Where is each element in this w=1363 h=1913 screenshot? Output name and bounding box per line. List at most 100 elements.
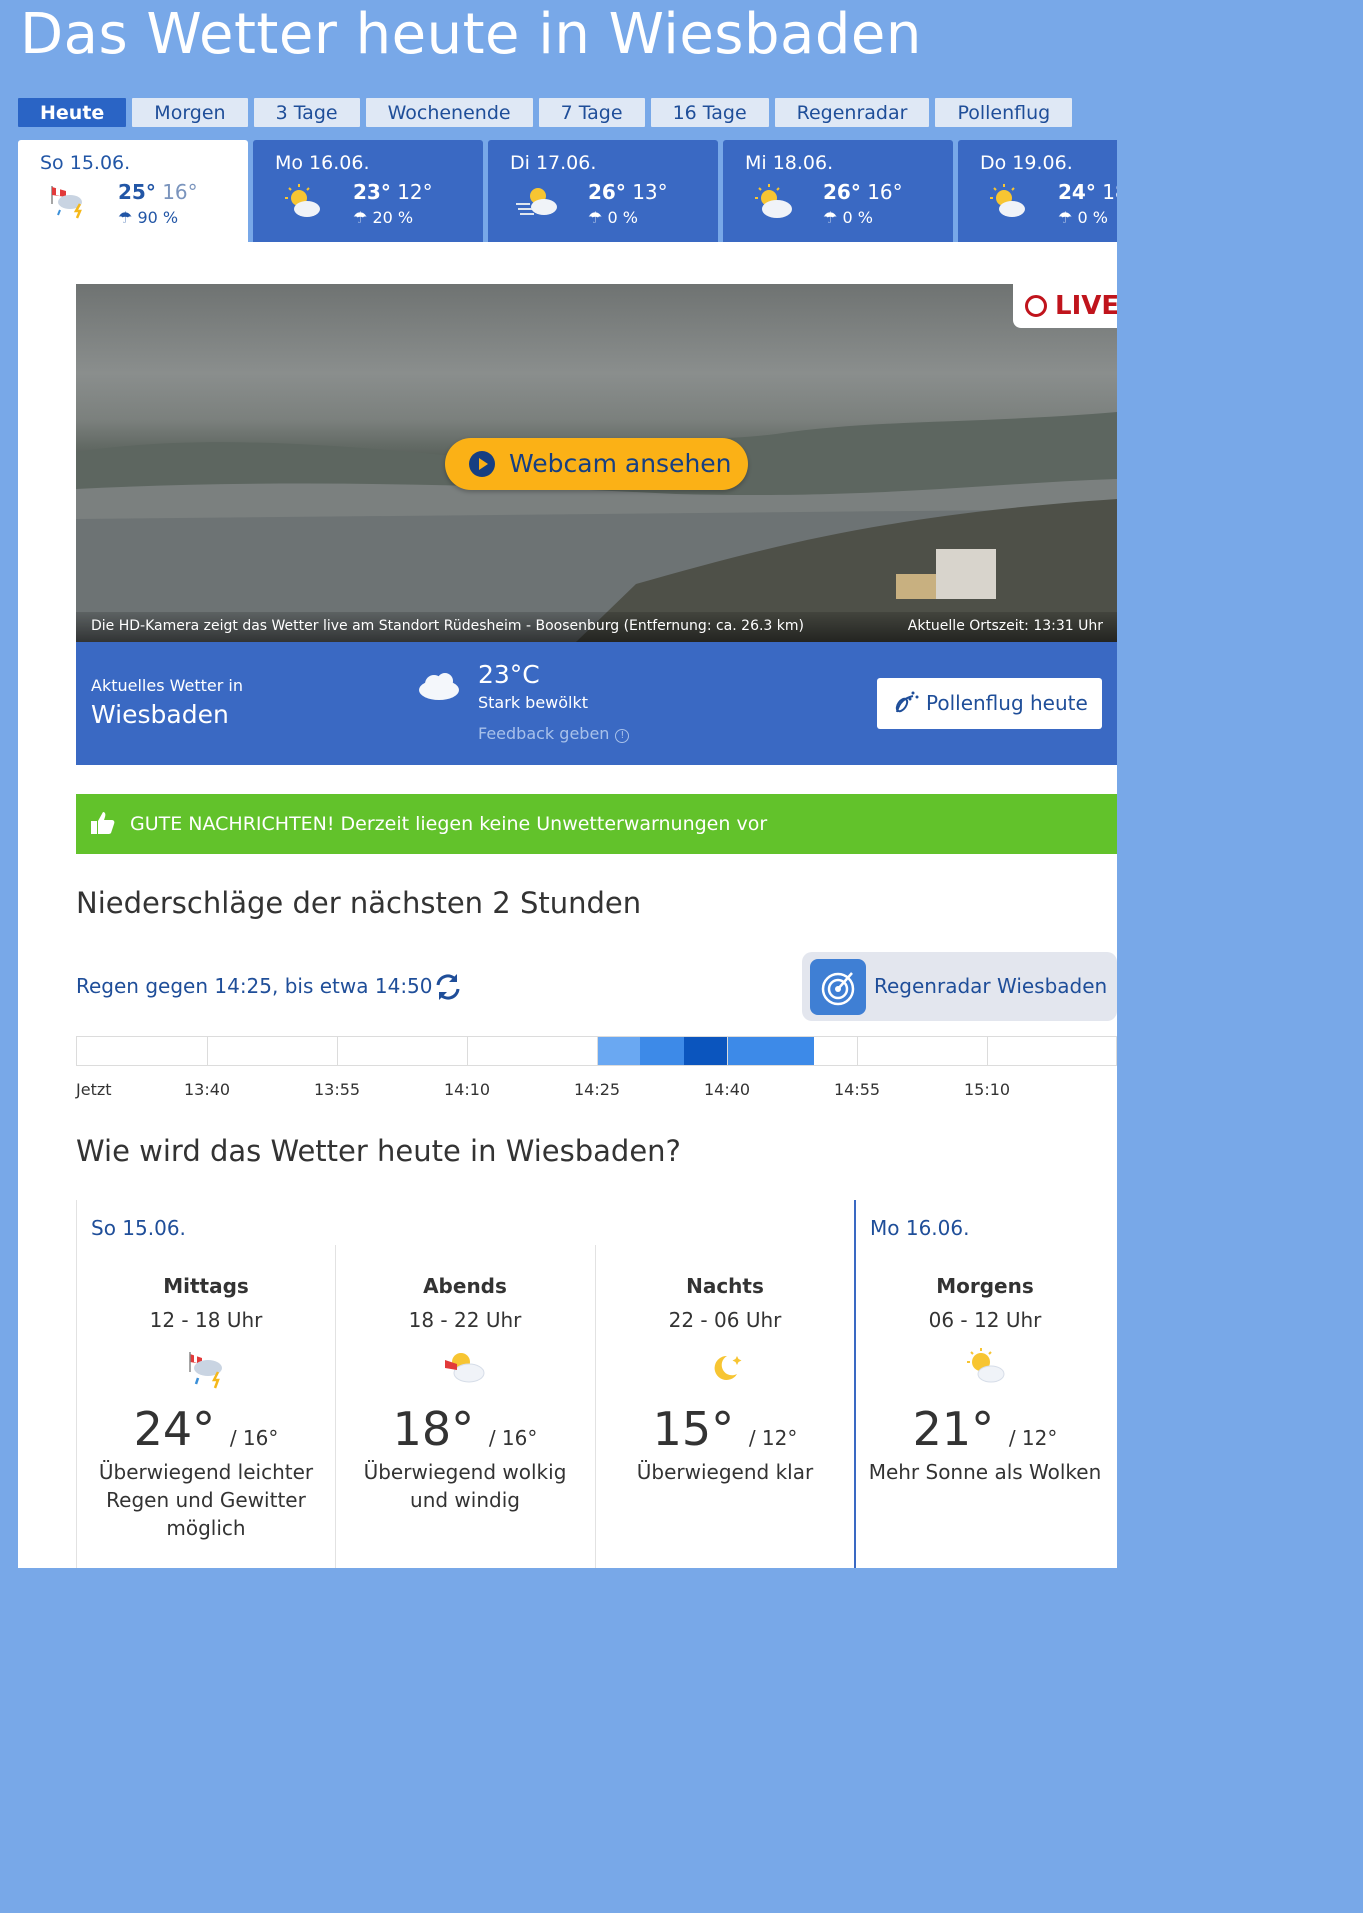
period-name: Morgens bbox=[936, 1274, 1034, 1298]
forecast-period[interactable]: Abends 18 - 22 Uhr 18° / 16° Überwiegend… bbox=[336, 1274, 594, 1514]
rain-block-heavy bbox=[683, 1037, 727, 1065]
timeline-divider bbox=[857, 1037, 858, 1065]
tab-morgen[interactable]: Morgen bbox=[132, 98, 248, 127]
day-label: So 15.06. bbox=[40, 152, 131, 174]
current-label: Aktuelles Wetter in bbox=[91, 676, 243, 695]
timeline-tick-label: 14:10 bbox=[444, 1080, 491, 1099]
rain-block-moderate bbox=[640, 1037, 684, 1065]
current-weather: Aktuelles Wetter in Wiesbaden 23°C Stark… bbox=[76, 642, 1117, 765]
timeline-tick-label: 14:55 bbox=[834, 1080, 881, 1099]
forecast-period[interactable]: Nachts 22 - 06 Uhr 15° / 12° Überwiegend… bbox=[596, 1274, 854, 1486]
current-city: Wiesbaden bbox=[91, 700, 229, 729]
page-title: Das Wetter heute in Wiesbaden bbox=[20, 2, 922, 67]
feedback-link[interactable]: Feedback geben! bbox=[478, 724, 630, 743]
webcam-local-time: Aktuelle Ortszeit: 13:31 Uhr bbox=[907, 618, 1103, 634]
day-card[interactable]: Mi 18.06. 26° 16° ☂ 0 % bbox=[723, 140, 953, 242]
nav-tabs: Heute Morgen 3 Tage Wochenende 7 Tage 16… bbox=[18, 98, 1073, 127]
pollen-button[interactable]: Pollenflug heute bbox=[877, 678, 1102, 729]
main-content: LIVE Webcam ansehen Die HD-Kamera zeigt … bbox=[18, 242, 1117, 1568]
sun-cloud-icon bbox=[285, 184, 320, 217]
rain-thunder-wind-icon bbox=[51, 186, 82, 219]
pollen-icon bbox=[895, 691, 919, 713]
play-icon bbox=[469, 451, 495, 477]
timeline-tick-label: 13:55 bbox=[314, 1080, 361, 1099]
period-hours: 12 - 18 Uhr bbox=[149, 1308, 263, 1332]
tab-pollenflug[interactable]: Pollenflug bbox=[935, 98, 1073, 127]
refresh-icon[interactable] bbox=[433, 972, 463, 1002]
period-desc: Überwiegend klar bbox=[636, 1460, 814, 1484]
period-name: Abends bbox=[423, 1274, 507, 1298]
rain-summary: Regen gegen 14:25, bis etwa 14:50 bbox=[76, 974, 433, 998]
forecast-period[interactable]: Morgens 06 - 12 Uhr 21° / 12° Mehr Sonne… bbox=[856, 1274, 1114, 1486]
period-temp: 15° / 12° bbox=[652, 1402, 798, 1456]
timeline-tick-label: 14:25 bbox=[574, 1080, 621, 1099]
timeline-divider bbox=[467, 1037, 468, 1065]
day-label: Mo 16.06. bbox=[275, 152, 370, 174]
forecast-day-label: So 15.06. bbox=[91, 1216, 186, 1240]
umbrella-icon: ☂ bbox=[1058, 208, 1073, 227]
moon-stars-icon bbox=[714, 1355, 742, 1380]
timeline-tick-label: 15:10 bbox=[964, 1080, 1011, 1099]
day-card[interactable]: Do 19.06. 24° 18° ☂ 0 % bbox=[958, 140, 1117, 242]
day-card[interactable]: So 15.06. 25° 16° ☂ 90 % bbox=[18, 140, 248, 242]
umbrella-icon: ☂ bbox=[353, 208, 368, 227]
webcam-panel[interactable]: LIVE Webcam ansehen Die HD-Kamera zeigt … bbox=[76, 284, 1117, 642]
thumbs-up-icon bbox=[91, 812, 115, 834]
day-label: Di 17.06. bbox=[510, 152, 597, 174]
tab-heute[interactable]: Heute bbox=[18, 98, 127, 127]
umbrella-icon: ☂ bbox=[823, 208, 838, 227]
rain-thunder-wind-icon bbox=[189, 1352, 222, 1389]
period-temp: 18° / 16° bbox=[392, 1402, 538, 1456]
day-temp: 26° 13° bbox=[588, 180, 668, 204]
timeline-divider bbox=[727, 1037, 728, 1065]
day-rain: ☂ 20 % bbox=[353, 208, 414, 227]
period-hours: 18 - 22 Uhr bbox=[408, 1308, 522, 1332]
cloud-icon bbox=[419, 673, 459, 700]
period-name: Nachts bbox=[686, 1274, 764, 1298]
period-desc: Mehr Sonne als Wolken bbox=[868, 1460, 1102, 1484]
sun-cloud-icon bbox=[967, 1348, 1005, 1383]
timeline-tick-label: Jetzt bbox=[76, 1080, 112, 1099]
timeline-divider bbox=[987, 1037, 988, 1065]
live-ring-icon bbox=[1025, 295, 1047, 317]
tab-16-tage[interactable]: 16 Tage bbox=[650, 98, 769, 127]
umbrella-icon: ☂ bbox=[118, 208, 133, 227]
tab-3-tage[interactable]: 3 Tage bbox=[253, 98, 360, 127]
timeline-tick-label: 14:40 bbox=[704, 1080, 751, 1099]
day-card[interactable]: Mo 16.06. 23° 12° ☂ 20 % bbox=[253, 140, 483, 242]
day-strip: So 15.06. 25° 16° ☂ 90 % Mo 16.06. 23° 1… bbox=[18, 140, 1117, 242]
day-temp: 26° 16° bbox=[823, 180, 903, 204]
day-temp: 23° 12° bbox=[353, 180, 433, 204]
forecast-day-label: Mo 16.06. bbox=[870, 1216, 970, 1240]
webcam-location: Die HD-Kamera zeigt das Wetter live am S… bbox=[91, 618, 804, 634]
period-desc: Überwiegend wolkig und windig bbox=[363, 1460, 567, 1512]
day-rain: ☂ 0 % bbox=[1058, 208, 1108, 227]
precip-timeline bbox=[76, 1036, 1117, 1066]
sun-cloud-wind-icon bbox=[516, 188, 557, 215]
day-rain: ☂ 90 % bbox=[118, 208, 179, 227]
radar-button[interactable]: Regenradar Wiesbaden bbox=[802, 952, 1117, 1021]
sun-cloud-icon bbox=[990, 184, 1025, 217]
day-temp: 25° 16° bbox=[118, 180, 198, 204]
timeline-divider bbox=[597, 1037, 598, 1065]
webcam-button[interactable]: Webcam ansehen bbox=[445, 438, 748, 490]
warning-banner: GUTE NACHRICHTEN! Derzeit liegen keine U… bbox=[76, 794, 1117, 854]
period-name: Mittags bbox=[163, 1274, 249, 1298]
timeline-tick-label: 13:40 bbox=[184, 1080, 231, 1099]
live-badge: LIVE bbox=[1013, 284, 1117, 328]
day-card[interactable]: Di 17.06. 26° 13° ☂ 0 % bbox=[488, 140, 718, 242]
radar-icon bbox=[810, 959, 866, 1015]
day-label: Do 19.06. bbox=[980, 152, 1073, 174]
tab-7-tage[interactable]: 7 Tage bbox=[538, 98, 645, 127]
forecast-heading: Wie wird das Wetter heute in Wiesbaden? bbox=[76, 1134, 681, 1168]
period-hours: 22 - 06 Uhr bbox=[668, 1308, 782, 1332]
webcam-caption: Die HD-Kamera zeigt das Wetter live am S… bbox=[76, 612, 1117, 642]
tab-wochenende[interactable]: Wochenende bbox=[365, 98, 533, 127]
day-rain: ☂ 0 % bbox=[588, 208, 638, 227]
current-temp: 23°C bbox=[478, 660, 540, 689]
forecast-period[interactable]: Mittags 12 - 18 Uhr 24° / 16° Überwiegen… bbox=[77, 1274, 335, 1542]
sun-cloud-wind-icon bbox=[445, 1353, 485, 1383]
tab-regenradar[interactable]: Regenradar bbox=[774, 98, 930, 127]
timeline-divider bbox=[337, 1037, 338, 1065]
day-rain: ☂ 0 % bbox=[823, 208, 873, 227]
